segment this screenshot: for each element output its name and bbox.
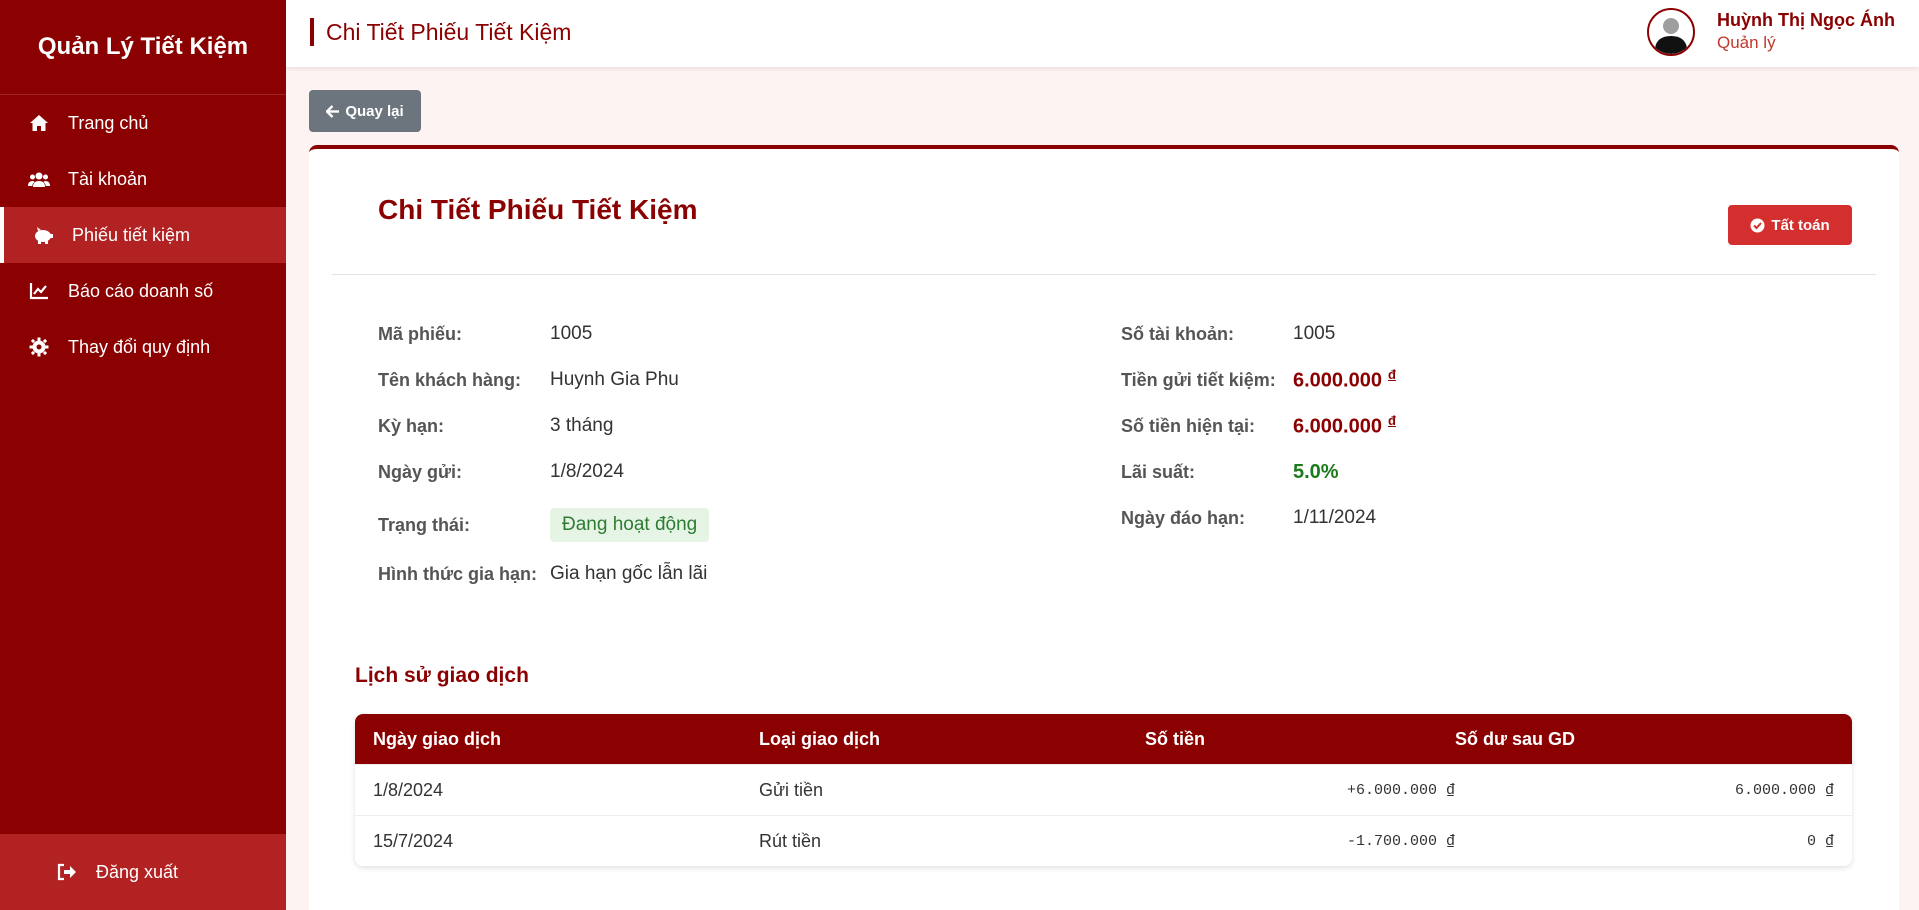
arrow-left-icon [326,104,340,118]
detail-row-interest-rate: Lãi suất: 5.0% [1121,457,1339,487]
detail-row-ticket-id: Mã phiếu: 1005 [378,319,592,349]
home-icon [28,112,50,134]
user-avatar-icon [1649,10,1693,54]
sidebar-brand: Quản Lý Tiết Kiệm [0,0,286,95]
detail-value: 1005 [550,323,593,344]
table-cell: 1/8/2024 [373,779,444,800]
detail-label: Số tài khoản: [1121,323,1235,344]
sidebar-item-label: Báo cáo doanh số [68,280,214,301]
history-title: Lịch sử giao dịch [355,664,529,687]
currency-symbol: đ [1387,413,1396,429]
detail-label: Mã phiếu: [378,323,462,344]
divider [332,274,1876,275]
detail-row-status: Trạng thái: Đang hoạt động [378,505,710,545]
money-value: 6.000.000 đ [1293,367,1396,393]
table-row: 15/7/2024 Rút tiền -1.700.000 ₫ 0 ₫ [355,815,1852,866]
sidebar-item-label: Thay đổi quy định [68,336,211,357]
interest-rate-value: 5.0% [1293,460,1339,483]
detail-row-current-amount: Số tiền hiện tại: 6.000.000 đ [1121,411,1396,441]
sidebar-item-label: Phiếu tiết kiệm [72,224,191,245]
detail-value: 1005 [1293,323,1336,344]
sidebar-item-accounts[interactable]: Tài khoản [0,151,286,207]
detail-label: Tiền gửi tiết kiệm: [1121,369,1276,390]
column-header: Số tiền [1145,728,1206,749]
detail-label: Trạng thái: [378,514,471,535]
table-cell: 15/7/2024 [373,830,454,851]
logout-label: Đăng xuất [96,861,179,882]
detail-label: Ngày gửi: [378,461,463,482]
avatar[interactable] [1647,8,1695,56]
sidebar: Quản Lý Tiết Kiệm Trang chủ Tài khoản Ph… [0,0,286,910]
detail-value: Gia hạn gốc lẫn lãi [550,563,708,584]
table-cell: +6.000.000 ₫ [1346,781,1455,799]
detail-row-renewal-type: Hình thức gia hạn: Gia hạn gốc lẫn lãi [378,559,707,589]
table-cell: Gửi tiền [759,779,824,800]
card-title: Chi Tiết Phiếu Tiết Kiệm [378,194,698,225]
users-icon [28,168,50,190]
sidebar-item-label: Trang chủ [68,112,149,133]
table-cell: 0 ₫ [1806,832,1834,850]
column-header: Ngày giao dịch [373,728,502,749]
detail-row-term: Kỳ hạn: 3 tháng [378,411,613,441]
detail-row-account-number: Số tài khoản: 1005 [1121,319,1335,349]
money-value: 6.000.000 đ [1293,413,1396,439]
detail-row-customer-name: Tên khách hàng: Huynh Gia Phu [378,365,679,395]
table-row: 1/8/2024 Gửi tiền +6.000.000 ₫ 6.000.000… [355,764,1852,815]
back-button-label: Quay lại [345,102,404,120]
detail-value: 1/8/2024 [550,461,624,482]
detail-value: 3 tháng [550,415,614,436]
sidebar-nav: Trang chủ Tài khoản Phiếu tiết kiệm Báo … [0,95,286,375]
amount: 6.000.000 [1293,369,1382,392]
sidebar-item-savings[interactable]: Phiếu tiết kiệm [0,207,286,263]
back-button[interactable]: Quay lại [309,90,421,132]
detail-label: Kỳ hạn: [378,415,445,436]
detail-row-deposit-date: Ngày gửi: 1/8/2024 [378,457,624,487]
detail-card: Chi Tiết Phiếu Tiết Kiệm Tất toán Mã phi… [309,145,1899,910]
detail-row-maturity-date: Ngày đáo hạn: 1/11/2024 [1121,503,1376,533]
logout-button[interactable]: Đăng xuất [0,834,286,910]
table-header: Ngày giao dịch Loại giao dịch Số tiền Số… [355,714,1852,764]
status-badge: Đang hoạt động [550,508,710,542]
user-role: Quản lý [1717,33,1776,52]
check-circle-icon [1750,218,1765,233]
sidebar-item-settings[interactable]: Thay đổi quy định [0,319,286,375]
top-header: Chi Tiết Phiếu Tiết Kiệm Huỳnh Thị Ngọc … [286,0,1919,67]
settle-button-label: Tất toán [1771,216,1830,234]
sign-out-icon [56,861,78,883]
detail-label: Tên khách hàng: [378,369,522,390]
detail-label: Lãi suất: [1121,461,1196,482]
piggy-bank-icon [32,224,54,246]
table-cell: Rút tiền [759,830,822,851]
detail-row-savings-amount: Tiền gửi tiết kiệm: 6.000.000 đ [1121,365,1396,395]
chart-line-icon [28,280,50,302]
page-title: Chi Tiết Phiếu Tiết Kiệm [310,18,571,46]
detail-label: Ngày đáo hạn: [1121,507,1246,528]
user-name: Huỳnh Thị Ngọc Ánh [1717,10,1895,30]
gear-icon [28,336,50,358]
detail-label: Hình thức gia hạn: [378,563,538,584]
detail-value: 1/11/2024 [1293,507,1377,528]
sidebar-item-reports[interactable]: Báo cáo doanh số [0,263,286,319]
table-cell: -1.700.000 ₫ [1346,832,1455,850]
column-header: Số dư sau GD [1455,728,1576,749]
amount: 6.000.000 [1293,415,1382,438]
sidebar-item-label: Tài khoản [68,168,148,189]
currency-symbol: đ [1387,367,1396,383]
settle-button[interactable]: Tất toán [1728,205,1852,245]
detail-label: Số tiền hiện tại: [1121,415,1256,436]
sidebar-item-home[interactable]: Trang chủ [0,95,286,151]
column-header: Loại giao dịch [759,728,881,749]
table-cell: 6.000.000 ₫ [1734,781,1834,799]
detail-value: Huynh Gia Phu [550,369,679,390]
history-table: Ngày giao dịch Loại giao dịch Số tiền Số… [355,714,1852,866]
